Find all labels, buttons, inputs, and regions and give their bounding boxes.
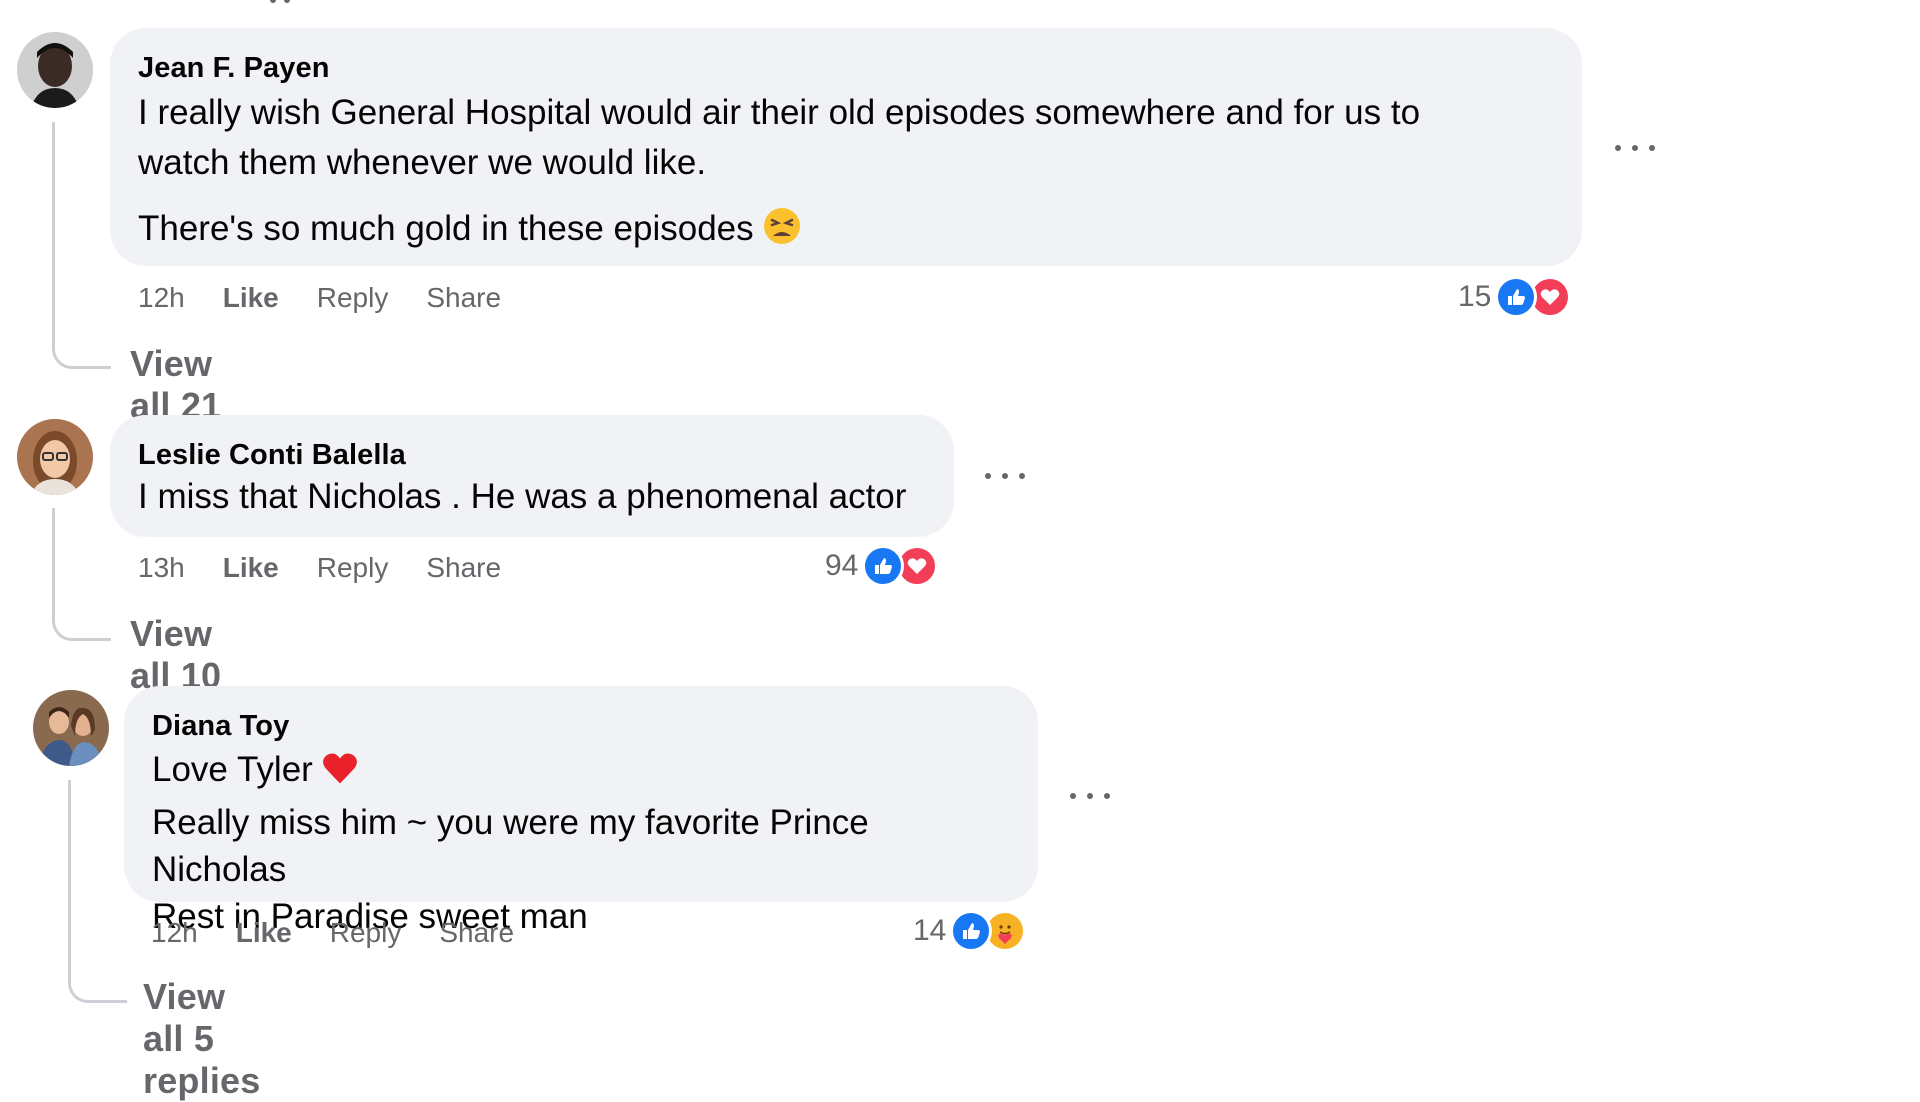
like-reaction-icon bbox=[1495, 276, 1538, 318]
share-button[interactable]: Share bbox=[439, 917, 514, 949]
like-reaction-icon bbox=[862, 545, 905, 587]
reaction-count: 14 bbox=[913, 914, 947, 947]
comment-author[interactable]: Leslie Conti Balella bbox=[138, 435, 926, 475]
comment-text-line: Really miss him ~ you were my favorite P… bbox=[152, 803, 869, 889]
comment-text-line: Love Tyler bbox=[152, 746, 1010, 799]
reply-button[interactable]: Reply bbox=[330, 917, 402, 949]
avatar-leslie-image bbox=[17, 419, 93, 495]
comment-bubble: Leslie Conti Balella I miss that Nichola… bbox=[110, 415, 954, 537]
reaction-summary[interactable]: 14 bbox=[913, 910, 1027, 952]
avatar[interactable] bbox=[17, 419, 93, 495]
red-heart-emoji-icon bbox=[321, 749, 359, 799]
tired-face-emoji-icon bbox=[762, 206, 802, 260]
avatar-jean-image bbox=[17, 32, 93, 108]
comment-actions: 12h Like Reply Share bbox=[151, 915, 552, 951]
share-button[interactable]: Share bbox=[426, 552, 501, 584]
comment-text-line: I really wish General Hospital would air… bbox=[138, 93, 1421, 132]
more-options-icon[interactable] bbox=[985, 470, 1025, 482]
like-button[interactable]: Like bbox=[236, 917, 292, 949]
comment-text-line: watch them whenever we would like. bbox=[138, 143, 707, 182]
reaction-summary[interactable]: 15 bbox=[1458, 276, 1572, 318]
comment-text-span: There's so much gold in these episodes bbox=[138, 209, 754, 248]
comment-actions: 13h Like Reply Share bbox=[138, 550, 539, 586]
comment-time[interactable]: 13h bbox=[138, 552, 185, 584]
reaction-summary[interactable]: 94 bbox=[825, 545, 939, 587]
comment-bubble: Jean F. Payen I really wish General Hosp… bbox=[110, 28, 1582, 266]
reply-button[interactable]: Reply bbox=[317, 282, 389, 314]
like-button[interactable]: Like bbox=[223, 282, 279, 314]
avatar[interactable] bbox=[17, 32, 93, 108]
comment-time[interactable]: 12h bbox=[138, 282, 185, 314]
comment-author[interactable]: Diana Toy bbox=[152, 706, 1010, 746]
comment-text: I really wish General Hospital would air… bbox=[138, 88, 1554, 260]
comment-time[interactable]: 12h bbox=[151, 917, 198, 949]
share-button[interactable]: Share bbox=[426, 282, 501, 314]
more-options-icon[interactable] bbox=[1615, 142, 1655, 154]
more-options-icon[interactable] bbox=[1070, 790, 1110, 802]
reaction-count: 94 bbox=[825, 549, 859, 582]
reply-button[interactable]: Reply bbox=[317, 552, 389, 584]
comment-text-line: There's so much gold in these episodes bbox=[138, 204, 1554, 260]
reply-thread-line bbox=[52, 508, 111, 641]
reply-thread-line bbox=[52, 122, 111, 369]
comment-author[interactable]: Jean F. Payen bbox=[138, 48, 1554, 88]
comment-actions: 12h Like Reply Share bbox=[138, 280, 539, 316]
like-reaction-icon bbox=[950, 910, 993, 952]
reply-thread-line bbox=[68, 780, 127, 1003]
comment-text: I miss that Nicholas . He was a phenomen… bbox=[138, 477, 907, 516]
like-button[interactable]: Like bbox=[223, 552, 279, 584]
avatar[interactable] bbox=[33, 690, 109, 766]
comment-bubble: Diana Toy Love Tyler Really miss him ~ y… bbox=[124, 686, 1038, 936]
comment-text: Love Tyler Really miss him ~ you were my… bbox=[152, 746, 1010, 940]
previous-comment-fragment bbox=[270, 0, 330, 3]
view-replies-link[interactable]: View all 5 replies bbox=[143, 976, 260, 1102]
avatar-diana-image bbox=[33, 690, 109, 766]
comment-text-span: Love Tyler bbox=[152, 750, 313, 789]
reaction-count: 15 bbox=[1458, 280, 1492, 313]
